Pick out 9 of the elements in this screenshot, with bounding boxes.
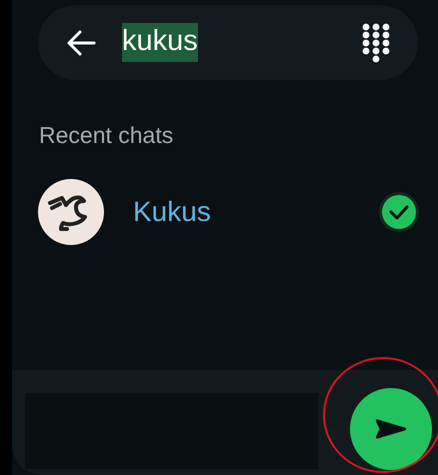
send-icon [375, 418, 407, 440]
section-title: Recent chats [39, 122, 174, 149]
chat-item[interactable]: Kukus [38, 177, 418, 247]
dialpad-icon[interactable] [362, 22, 390, 62]
bird-avatar-icon [38, 179, 104, 245]
chat-name: Kukus [133, 196, 211, 228]
search-field[interactable]: kukus [122, 23, 198, 62]
back-arrow-icon[interactable] [66, 30, 96, 56]
search-bar[interactable]: kukus [38, 5, 418, 80]
